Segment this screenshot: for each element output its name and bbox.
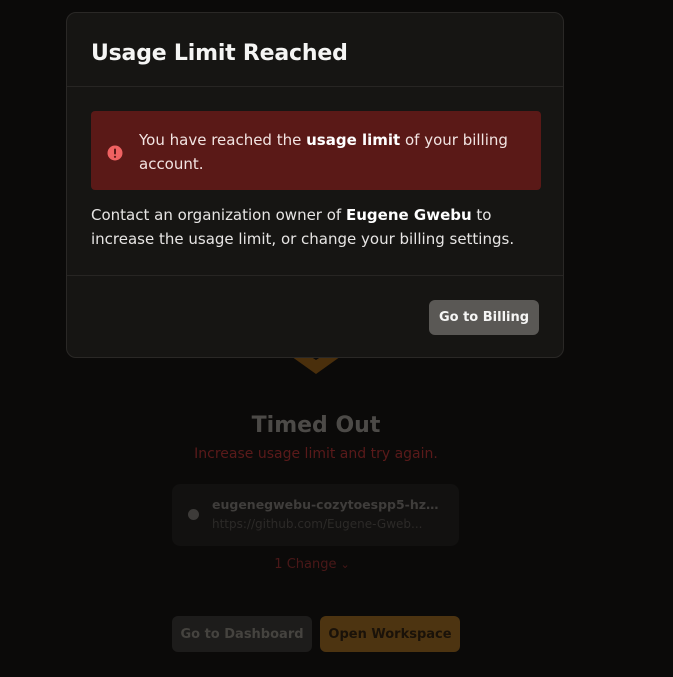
- modal-body: You have reached the usage limit of your…: [67, 87, 563, 276]
- usage-limit-alert: You have reached the usage limit of your…: [91, 111, 541, 190]
- organization-name: Eugene Gwebu: [345, 206, 472, 224]
- go-to-dashboard-button[interactable]: Go to Dashboard: [172, 616, 312, 652]
- repo-url[interactable]: https://github.com/Eugene-Gweb...: [212, 517, 442, 531]
- modal-description: Contact an organization owner of Eugene …: [91, 203, 541, 251]
- status-dot-icon: [188, 509, 199, 520]
- modal-title: Usage Limit Reached: [91, 41, 348, 66]
- status-title: Timed Out: [251, 413, 381, 438]
- go-to-billing-button[interactable]: Go to Billing: [429, 300, 539, 335]
- repo-card[interactable]: eugenegwebu-cozytoespp5-hzm... https://g…: [172, 484, 459, 546]
- alert-text-emphasis: usage limit: [306, 131, 401, 149]
- exclamation-circle-icon: [107, 145, 123, 161]
- alert-message: You have reached the usage limit of your…: [139, 128, 519, 176]
- changes-toggle[interactable]: 1 Change ⌄: [0, 557, 624, 572]
- changes-label: 1 Change: [274, 557, 337, 572]
- status-subtitle: Increase usage limit and try again.: [194, 446, 438, 462]
- chevron-down-icon: ⌄: [340, 558, 350, 571]
- open-workspace-button[interactable]: Open Workspace: [320, 616, 460, 652]
- usage-limit-modal: Usage Limit Reached You have reached the…: [66, 12, 564, 358]
- description-text-before: Contact an organization owner of: [91, 206, 346, 224]
- repo-name: eugenegwebu-cozytoespp5-hzm...: [212, 497, 442, 512]
- alert-text-before: You have reached the: [139, 131, 307, 149]
- modal-footer: Go to Billing: [67, 276, 563, 360]
- modal-header: Usage Limit Reached: [67, 13, 563, 87]
